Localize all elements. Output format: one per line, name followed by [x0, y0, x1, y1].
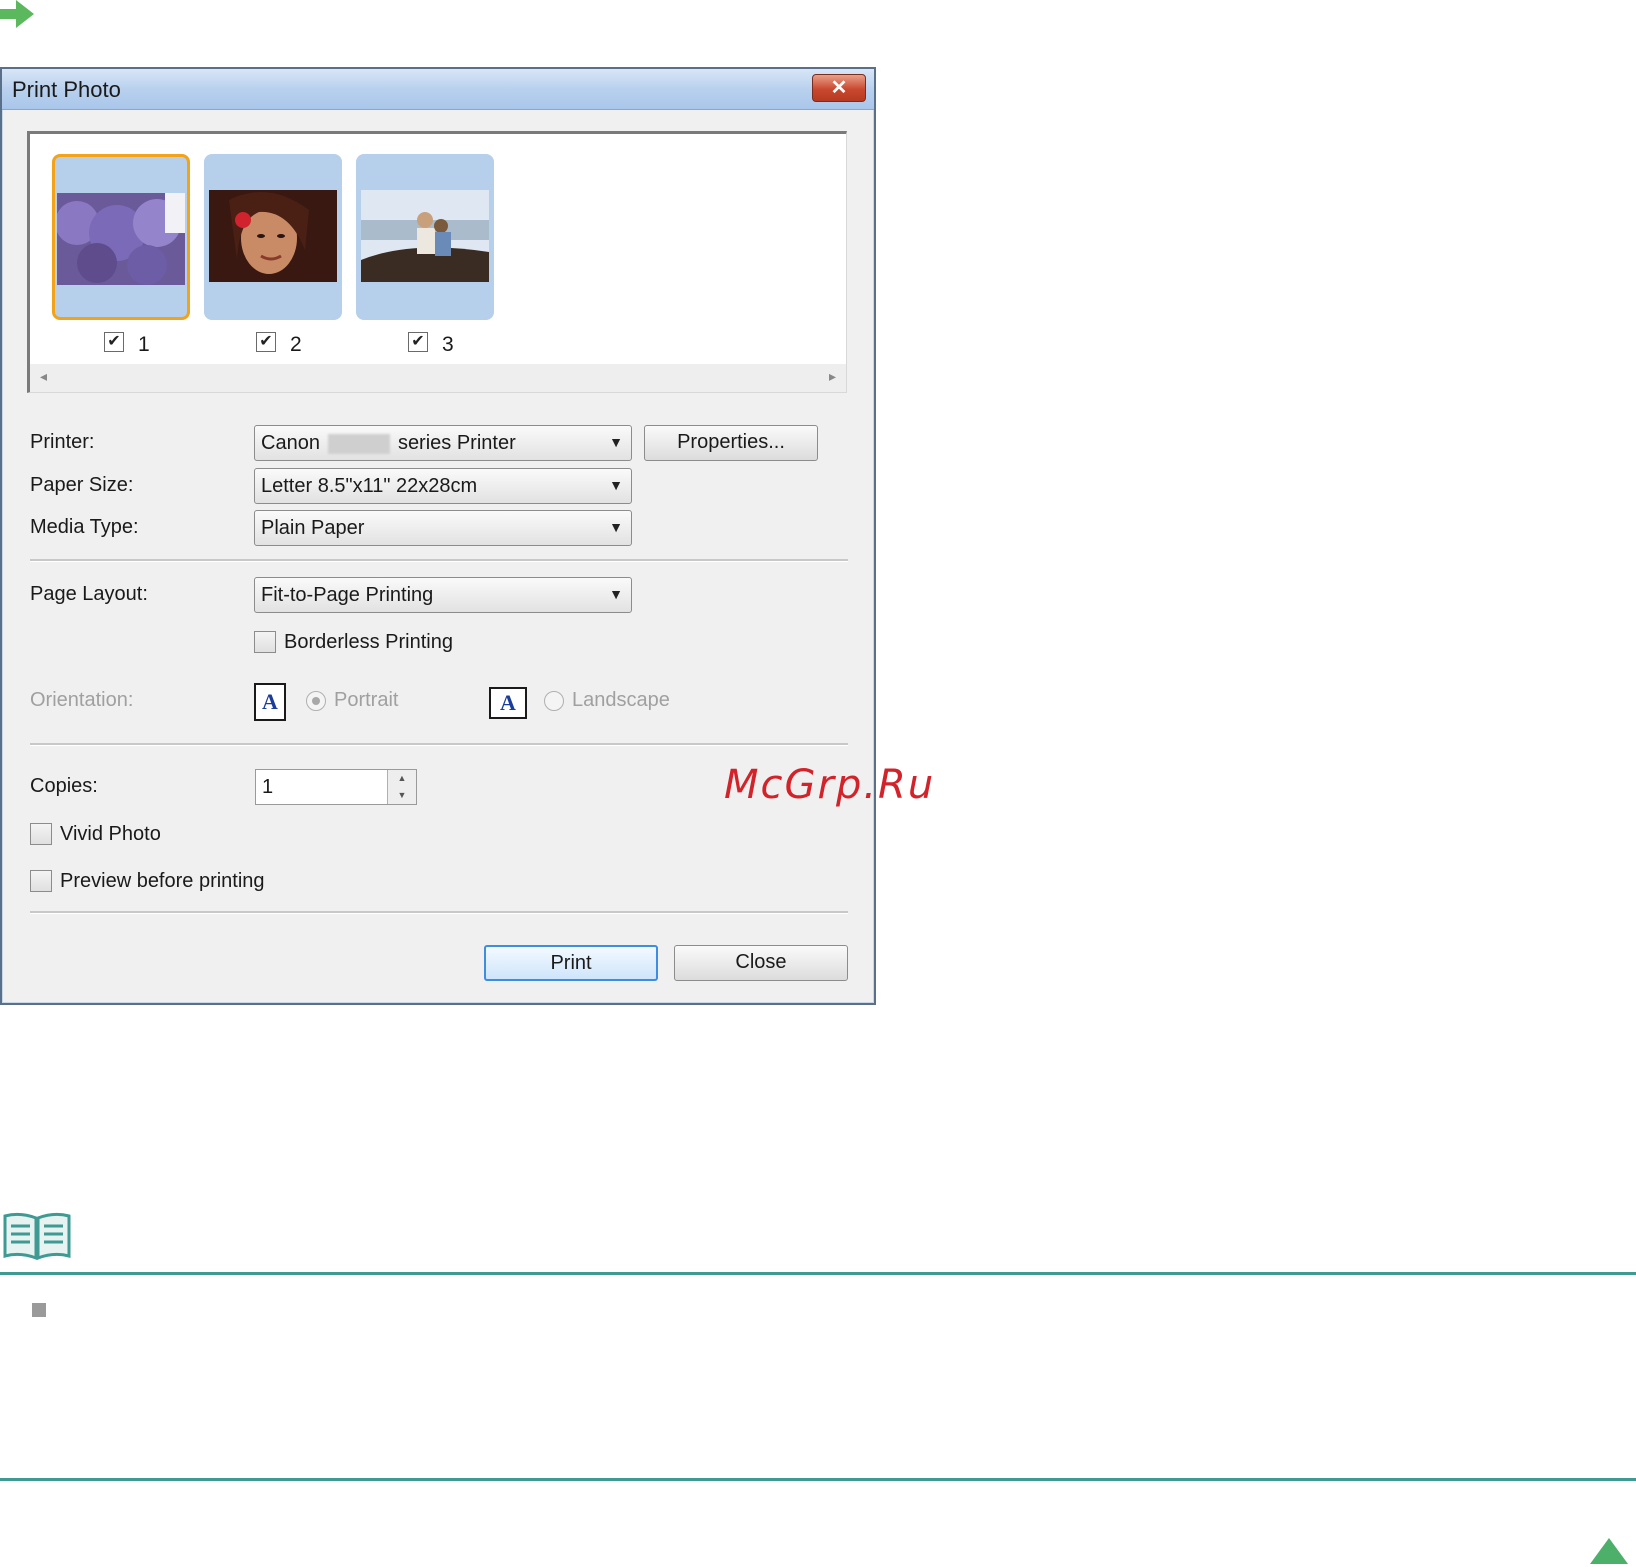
photo-couple-image	[361, 190, 489, 282]
printer-series: series Printer	[397, 432, 516, 454]
vivid-photo-checkbox[interactable]	[30, 823, 52, 845]
back-to-top-icon[interactable]	[1588, 1536, 1630, 1566]
note-top-rule	[0, 1272, 1636, 1275]
page-layout-value: Fit-to-Page Printing	[261, 584, 434, 606]
paper-size-label: Paper Size:	[30, 474, 134, 496]
orientation-label: Orientation:	[30, 689, 134, 711]
copies-label: Copies:	[30, 775, 98, 797]
page-layout-select[interactable]: Fit-to-Page Printing ▼	[254, 577, 632, 613]
print-photo-dialog: Print Photo ✕ ✔ 1 ✔ 2 ✔ 3 ◂ ▸ Printer: C…	[0, 67, 876, 1005]
bullet-square-icon	[32, 1303, 46, 1317]
vivid-photo-label: Vivid Photo	[60, 823, 161, 845]
title-bar: Print Photo ✕	[2, 69, 874, 110]
media-type-label: Media Type:	[30, 516, 139, 538]
dropdown-arrow-icon: ▼	[609, 519, 623, 535]
photo-number: 1	[138, 333, 150, 356]
photo-number: 3	[442, 333, 454, 356]
photo-1-checkbox[interactable]: ✔	[104, 332, 124, 352]
copies-value: 1	[262, 776, 274, 798]
note-book-icon	[3, 1212, 71, 1261]
portrait-label: Portrait	[334, 689, 399, 711]
preview-before-printing-checkbox[interactable]	[30, 870, 52, 892]
divider	[30, 743, 848, 746]
landscape-label: Landscape	[572, 689, 670, 711]
page-layout-label: Page Layout:	[30, 583, 148, 605]
note-bottom-rule	[0, 1478, 1636, 1481]
close-icon[interactable]: ✕	[812, 74, 866, 102]
spin-buttons: ▲ ▼	[387, 770, 416, 804]
watermark: McGrp.Ru	[724, 762, 936, 808]
landscape-radio[interactable]	[544, 691, 564, 711]
close-button[interactable]: Close	[674, 945, 848, 981]
portrait-radio[interactable]	[306, 691, 326, 711]
divider	[30, 559, 848, 562]
properties-button[interactable]: Properties...	[644, 425, 818, 461]
dropdown-arrow-icon: ▼	[609, 586, 623, 602]
landscape-orientation-icon: A	[489, 687, 527, 719]
media-type-value: Plain Paper	[261, 517, 365, 539]
green-arrow-icon	[0, 0, 34, 28]
printer-select-value: Canon series Printer	[261, 432, 516, 455]
borderless-printing-checkbox[interactable]	[254, 631, 276, 653]
printer-select[interactable]: Canon series Printer ▼	[254, 425, 632, 461]
portrait-orientation-icon: A	[254, 683, 286, 721]
media-type-select[interactable]: Plain Paper ▼	[254, 510, 632, 546]
printer-brand: Canon	[261, 432, 320, 454]
photo-thumbnail-panel: ✔ 1 ✔ 2 ✔ 3 ◂ ▸	[27, 131, 847, 393]
photo-thumbnail[interactable]	[52, 154, 190, 320]
dropdown-arrow-icon: ▼	[609, 434, 623, 450]
photo-flowers-image	[57, 193, 185, 285]
print-button[interactable]: Print	[484, 945, 658, 981]
borderless-printing-label: Borderless Printing	[284, 631, 453, 653]
redacted-model	[327, 433, 390, 454]
photo-3-checkbox[interactable]: ✔	[408, 332, 428, 352]
photo-thumbnail[interactable]	[356, 154, 494, 320]
paper-size-value: Letter 8.5"x11" 22x28cm	[261, 475, 478, 497]
photo-2-checkbox[interactable]: ✔	[256, 332, 276, 352]
divider	[30, 911, 848, 914]
photo-thumbnail[interactable]	[204, 154, 342, 320]
dropdown-arrow-icon: ▼	[609, 477, 623, 493]
dialog-title: Print Photo	[12, 77, 121, 102]
scroll-right-icon[interactable]: ▸	[829, 368, 836, 385]
horizontal-scrollbar[interactable]: ◂ ▸	[30, 364, 846, 392]
preview-before-printing-label: Preview before printing	[60, 870, 265, 892]
photo-portrait-image	[209, 190, 337, 282]
paper-size-select[interactable]: Letter 8.5"x11" 22x28cm ▼	[254, 468, 632, 504]
photo-number: 2	[290, 333, 302, 356]
increment-icon[interactable]: ▲	[388, 770, 416, 787]
printer-label: Printer:	[30, 431, 95, 453]
copies-stepper[interactable]: 1 ▲ ▼	[255, 769, 417, 805]
scroll-left-icon[interactable]: ◂	[40, 368, 47, 385]
decrement-icon[interactable]: ▼	[388, 787, 416, 804]
